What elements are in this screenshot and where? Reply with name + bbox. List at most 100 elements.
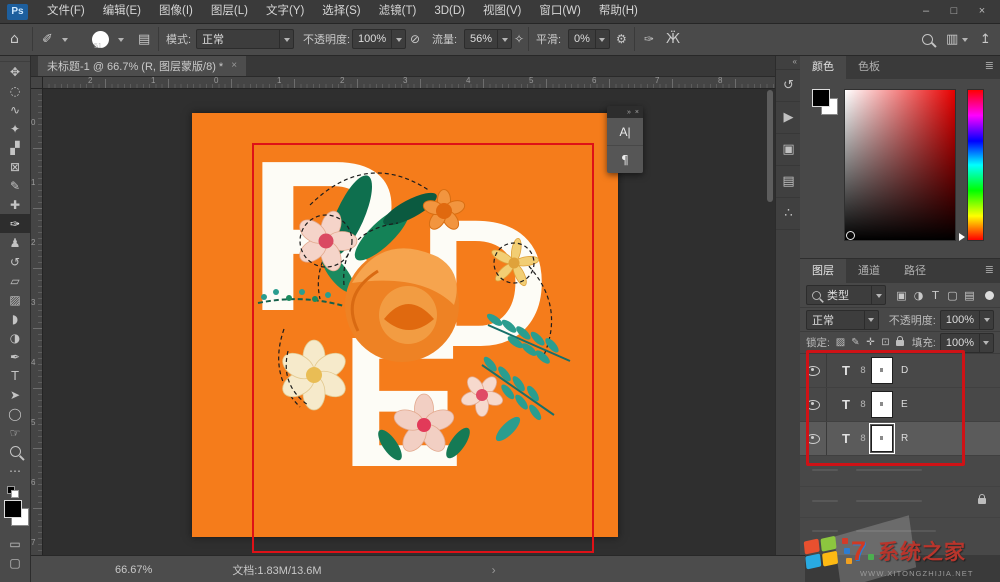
brush-size-dropdown[interactable] [118,23,124,55]
layer-filter-select[interactable]: 类型 [806,285,886,305]
properties-panel-icon[interactable]: ▤ [776,166,801,198]
frame-tool[interactable]: ⊠ [0,157,30,176]
history-panel-icon[interactable]: ↺ [776,70,801,102]
layers-panel-menu-icon[interactable]: ≣ [985,263,994,276]
screen-mode-button[interactable]: ▢ [0,553,30,572]
menu-item-文件(F)[interactable]: 文件(F) [38,0,94,23]
opacity-select[interactable]: 100% [352,23,406,55]
ellipse-tool[interactable]: ◯ [0,404,30,423]
smoothing-options-gear-icon[interactable]: ⚙ [616,23,627,55]
type-tool[interactable]: T [0,366,30,385]
dodge-tool[interactable]: ◑ [0,328,30,347]
hand-tool[interactable]: ☞ [0,423,30,442]
menu-item-滤镜(T)[interactable]: 滤镜(T) [370,0,426,23]
blur-tool[interactable]: ◗ [0,309,30,328]
vertical-scrollbar[interactable] [767,90,773,202]
menu-item-图层(L)[interactable]: 图层(L) [202,0,257,23]
color-panel-menu-icon[interactable]: ≣ [985,59,994,72]
smart-object-filter-icon[interactable]: ▤ [962,289,977,302]
move-tool[interactable]: ✥ [0,62,30,81]
more-tools[interactable]: ⋯ [0,461,30,480]
menu-item-视图(V)[interactable]: 视图(V) [474,0,530,23]
home-icon[interactable]: ⌂ [10,23,19,55]
lock-all-icon[interactable] [896,340,904,346]
menu-item-选择(S)[interactable]: 选择(S) [313,0,369,23]
crop-tool[interactable]: ▞ [0,138,30,157]
history-brush-tool[interactable]: ↺ [0,252,30,271]
foreground-color-swatch[interactable] [4,500,22,518]
blend-mode-select[interactable]: 正常 [196,23,294,55]
brush-size-picker[interactable]: 51 [92,23,109,55]
tab-图层[interactable]: 图层 [800,259,846,283]
menu-item-文字(Y)[interactable]: 文字(Y) [257,0,313,23]
document-tab[interactable]: 未标题-1 @ 66.7% (R, 图层蒙版/8) * × [38,55,246,76]
tab-路径[interactable]: 路径 [892,259,938,283]
paint-symmetry-butterfly-icon[interactable]: Ӝ [666,23,680,55]
smoothing-select[interactable]: 0% [568,23,610,55]
tab-通道[interactable]: 通道 [846,259,892,283]
hue-strip[interactable] [967,89,984,241]
hue-slider-arrow[interactable] [959,233,969,241]
lock-move-icon[interactable]: ✛ [864,337,877,348]
minimize-button[interactable]: – [912,0,940,23]
brush-preset-icon[interactable]: ✐ [42,23,53,55]
gradient-tool[interactable]: ▨ [0,290,30,309]
share-icon[interactable]: ↥ [980,23,991,55]
zoom-level-value[interactable]: 66.67% [115,564,152,576]
menu-item-3D(D)[interactable]: 3D(D) [425,0,474,23]
filter-toggle-dot[interactable] [985,291,994,300]
menu-item-图像(I)[interactable]: 图像(I) [150,0,202,23]
zoom-tool[interactable] [0,442,30,461]
lock-transparency-icon[interactable]: ▨ [834,337,847,348]
color-foreground-swatch[interactable] [812,89,830,107]
float-collapse-icon[interactable]: » [627,109,631,116]
pen-tool[interactable]: ✒ [0,347,30,366]
type-layer-filter-icon[interactable]: T [928,289,943,302]
tab-色板[interactable]: 色板 [846,55,892,79]
lock-artboard-icon[interactable]: ⊡ [879,337,892,348]
share-panel-icon[interactable]: ∴ [776,198,801,230]
brush-preset-dropdown[interactable] [62,23,68,55]
tab-颜色[interactable]: 颜色 [800,55,846,79]
quick-mask-button[interactable]: ▭ [0,534,30,553]
menu-item-编辑(E)[interactable]: 编辑(E) [94,0,150,23]
opacity-pressure-icon[interactable]: ⊘ [410,23,420,55]
eraser-tool[interactable]: ▱ [0,271,30,290]
airbrush-icon[interactable]: ✧ [514,23,524,55]
magic-wand-tool[interactable]: ✦ [0,119,30,138]
workspace-dropdown[interactable] [962,23,968,55]
paragraph-panel-icon[interactable]: ¶ [607,146,643,173]
pixel-layer-filter-icon[interactable]: ▣ [894,289,909,302]
close-button[interactable]: × [968,0,996,23]
layer-blend-mode-select[interactable]: 正常 [806,310,879,330]
float-close-icon[interactable]: × [635,109,639,116]
clone-stamp-tool[interactable]: ♟ [0,233,30,252]
path-selection-tool[interactable]: ➤ [0,385,30,404]
saturation-brightness-field[interactable] [844,89,956,241]
flow-select[interactable]: 56% [464,23,512,55]
eyedropper-tool[interactable]: ✎ [0,176,30,195]
libraries-panel-icon[interactable]: ▣ [776,134,801,166]
layer-opacity-select[interactable]: 100% [940,310,994,330]
marquee-tool[interactable]: ◌ [0,81,30,100]
status-expand-arrow[interactable]: › [492,563,496,577]
character-panel-icon[interactable]: A| [607,118,643,146]
actions-panel-icon[interactable]: ▶ [776,102,801,134]
workspace-icon[interactable]: ▥ [946,23,958,55]
dock-collapse-icon[interactable]: « [776,55,801,70]
maximize-button[interactable]: □ [940,0,968,23]
menu-item-帮助(H)[interactable]: 帮助(H) [590,0,647,23]
default-colors-control[interactable] [0,484,30,498]
lock-paint-icon[interactable]: ✎ [849,337,862,348]
tab-close-icon[interactable]: × [231,60,237,71]
shape-layer-filter-icon[interactable]: ▢ [945,289,960,302]
healing-brush-tool[interactable]: ✚ [0,195,30,214]
search-icon[interactable] [922,23,933,55]
adjustment-layer-filter-icon[interactable]: ◑ [911,289,926,302]
pressure-size-icon[interactable]: ✑ [644,23,654,55]
color-picker-ring[interactable] [846,231,855,240]
brush-tool[interactable]: ✑ [0,214,30,233]
menu-item-窗口(W)[interactable]: 窗口(W) [530,0,590,23]
brush-settings-panel-icon[interactable]: ▤ [138,23,150,55]
lasso-tool[interactable]: ∿ [0,100,30,119]
